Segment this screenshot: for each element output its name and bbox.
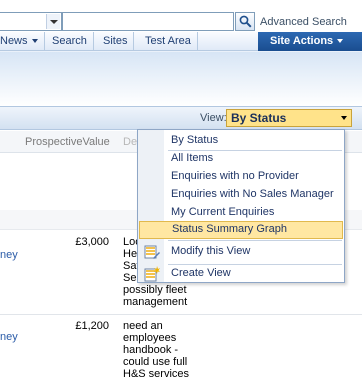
modify-view-icon xyxy=(144,244,160,260)
description-line: employees xyxy=(123,332,177,344)
table-row: ney £1,200 need an employees handbook - … xyxy=(0,316,362,385)
row-prospective-value: £3,000 xyxy=(75,236,109,248)
view-label: View: xyxy=(200,112,227,124)
search-scope-dropdown[interactable] xyxy=(0,12,62,31)
advanced-search-link[interactable]: Advanced Search xyxy=(260,16,347,28)
search-icon xyxy=(239,15,252,28)
row-title-link[interactable]: ney xyxy=(0,331,18,343)
site-actions-label: Site Actions xyxy=(270,35,334,47)
row-title-link[interactable]: ney xyxy=(0,249,18,261)
chevron-down-icon xyxy=(31,39,38,44)
chevron-down-icon xyxy=(46,14,60,29)
column-header-prospective-value[interactable]: ProspectiveValue xyxy=(25,136,110,148)
menu-item-status-summary-graph[interactable]: Status Summary Graph xyxy=(139,221,343,239)
search-input[interactable] xyxy=(62,12,234,31)
menu-item-by-status[interactable]: By Status xyxy=(139,132,343,150)
site-actions-button[interactable]: Site Actions xyxy=(258,32,362,51)
menu-item-modify-view[interactable]: Modify this View xyxy=(139,243,343,261)
chevron-down-icon xyxy=(337,39,344,44)
nav-item-label: Search xyxy=(52,35,87,47)
page-banner xyxy=(0,51,362,106)
menu-item-label: Create View xyxy=(171,267,231,279)
create-view-icon xyxy=(144,266,160,282)
search-bar: Advanced Search xyxy=(0,0,362,32)
description-line: handbook - xyxy=(123,344,179,356)
description-line: management xyxy=(123,296,188,308)
menu-item-no-provider[interactable]: Enquiries with no Provider xyxy=(139,168,343,186)
menu-item-all-items[interactable]: All Items xyxy=(139,150,343,168)
row-description: need an employees handbook - could use f… xyxy=(123,320,193,380)
chevron-down-icon xyxy=(341,116,347,120)
menu-item-create-view[interactable]: Create View xyxy=(139,265,343,283)
nav-item-sites[interactable]: Sites xyxy=(97,32,135,51)
menu-divider xyxy=(168,240,342,241)
menu-item-no-sales-manager[interactable]: Enquiries with No Sales Manager xyxy=(139,186,343,204)
nav-item-news[interactable]: News xyxy=(0,32,45,51)
row-prospective-value: £1,200 xyxy=(75,320,109,332)
menu-item-my-current-enquiries[interactable]: My Current Enquiries xyxy=(139,204,343,222)
search-button[interactable] xyxy=(235,12,255,31)
column-header-description[interactable]: De xyxy=(123,136,137,148)
nav-item-label: Test Area xyxy=(145,35,191,47)
nav-item-search[interactable]: Search xyxy=(46,32,94,51)
nav-item-label: News xyxy=(0,35,28,47)
list-toolbar: View: By Status xyxy=(0,106,362,130)
nav-item-label: Sites xyxy=(103,35,128,47)
nav-item-test-area[interactable]: Test Area xyxy=(139,32,198,51)
description-line: could use full xyxy=(123,356,188,368)
view-selector-value: By Status xyxy=(231,111,287,125)
view-dropdown-menu: By Status All Items Enquiries with no Pr… xyxy=(137,129,345,283)
description-line: H&S services xyxy=(123,368,190,380)
description-line: need an xyxy=(123,320,163,332)
menu-item-label: Modify this View xyxy=(171,245,251,257)
description-line: possibly fleet xyxy=(123,284,187,296)
view-selector[interactable]: By Status xyxy=(226,109,352,127)
